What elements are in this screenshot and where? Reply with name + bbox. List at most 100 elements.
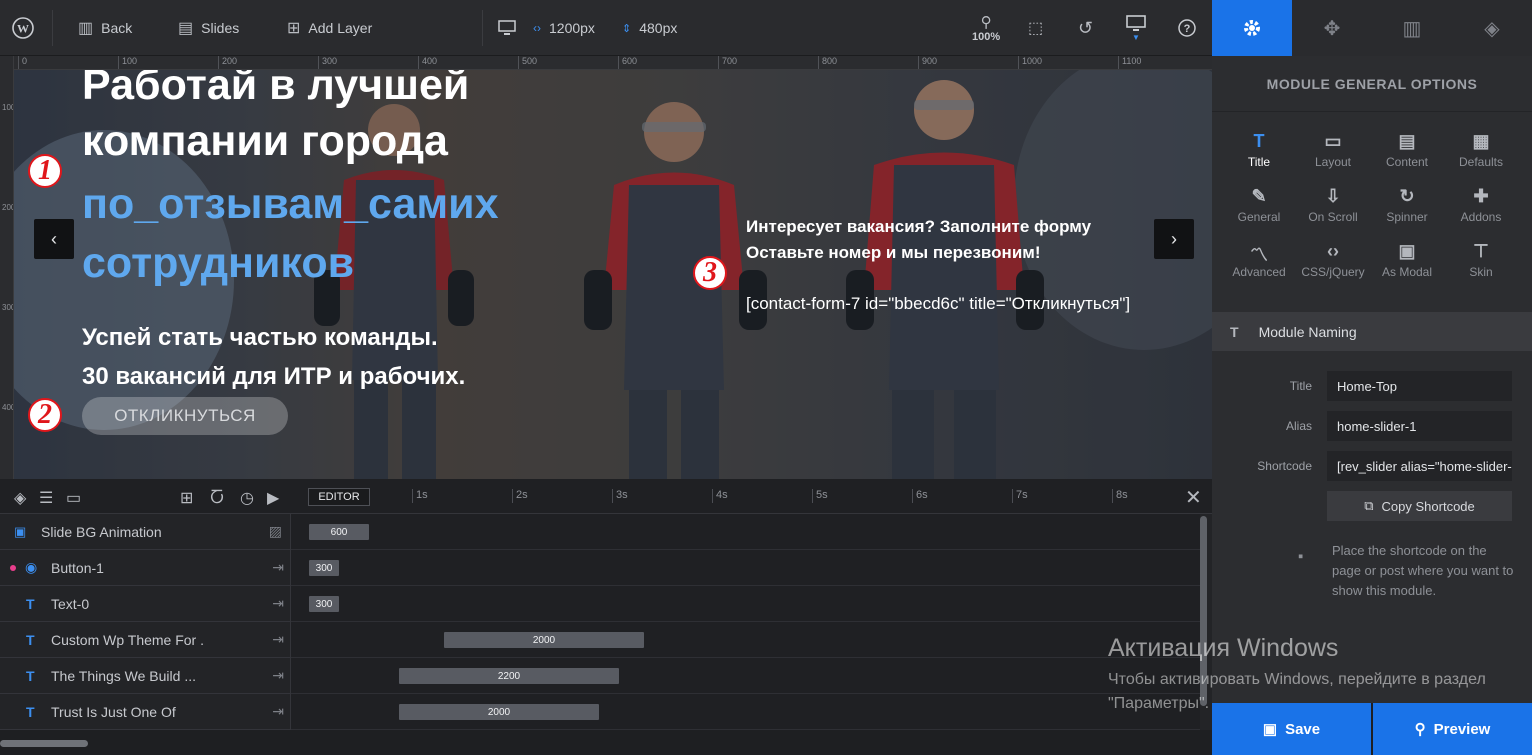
timeline-tracks: 600 300 300 2000 2200 2000: [290, 514, 1201, 730]
layer-row[interactable]: T Text-0 ⇥: [0, 586, 290, 622]
layer-end-icon[interactable]: ⇥: [272, 559, 284, 576]
folder-icon[interactable]: ▭: [66, 488, 81, 508]
layer-row[interactable]: T The Things We Build ... ⇥: [0, 658, 290, 694]
option-spinner[interactable]: ↻ Spinner: [1370, 186, 1444, 236]
settings-gear-icon[interactable]: [1212, 0, 1292, 56]
list-icon[interactable]: ☰: [39, 488, 53, 508]
option-skin[interactable]: ⊤ Skin: [1444, 241, 1518, 291]
timeline-track: 2200: [291, 658, 1201, 694]
timeline-bar[interactable]: 2200: [399, 668, 619, 684]
layers-stack-icon[interactable]: ◈: [1452, 0, 1532, 56]
layers-icon[interactable]: ◈: [14, 488, 26, 508]
option-content[interactable]: ▤ Content: [1370, 131, 1444, 181]
option-on-scroll[interactable]: ⇩ On Scroll: [1296, 186, 1370, 236]
ruler-tick: 100: [118, 56, 137, 69]
slide-right-text-line1[interactable]: Интересует вакансия? Заполните форму: [746, 217, 1091, 237]
device-monitor-icon[interactable]: [498, 0, 516, 56]
layer-end-icon[interactable]: ⇥: [272, 631, 284, 648]
grid-icon[interactable]: ⊞: [180, 488, 193, 508]
alias-field[interactable]: home-slider-1: [1327, 411, 1512, 441]
layer-row[interactable]: ▣ Slide BG Animation ▨: [0, 514, 290, 550]
option-label: As Modal: [1381, 265, 1433, 279]
svg-text:W: W: [17, 22, 29, 36]
back-button[interactable]: ▥ Back: [78, 0, 132, 56]
save-button[interactable]: ▣ Save: [1212, 703, 1371, 755]
timeline-horizontal-scroll-thumb[interactable]: [0, 740, 88, 747]
layer-row[interactable]: T Trust Is Just One Of ⇥: [0, 694, 290, 730]
layer-row[interactable]: T Custom Wp Theme For . ⇥: [0, 622, 290, 658]
desktop-view-icon[interactable]: ▼: [1126, 0, 1146, 56]
back-label: Back: [101, 20, 133, 36]
spinner-icon: ↻: [1399, 186, 1415, 206]
timeline-bar[interactable]: 2000: [444, 632, 644, 648]
zoom-control[interactable]: ⚲ 100%: [972, 0, 1000, 56]
title-icon: T: [1230, 323, 1239, 340]
shortcode-field[interactable]: [rev_slider alias="home-slider-1"]: [1327, 451, 1512, 481]
shortcode-hint: Place the shortcode on the page or post …: [1332, 543, 1514, 598]
ruler-tick: 1000: [1018, 56, 1042, 69]
timeline-bar[interactable]: 300: [309, 560, 339, 576]
option-defaults[interactable]: ▦ Defaults: [1444, 131, 1518, 181]
ruler-left: 100 200 300 400: [0, 56, 14, 479]
undo-icon[interactable]: ↺: [1078, 0, 1093, 56]
help-icon[interactable]: ?: [1178, 0, 1196, 56]
slide-heading-blue-line2[interactable]: сотрудников: [82, 236, 354, 291]
ruler-tick: 200: [2, 203, 13, 212]
slide-subtitle-line2[interactable]: 30 вакансий для ИТР и рабочих.: [82, 363, 465, 391]
slide-media-icon[interactable]: ▥: [1372, 0, 1452, 56]
option-label: Addons: [1460, 210, 1502, 224]
option-label: Spinner: [1386, 210, 1428, 224]
close-timeline-icon[interactable]: ✕: [1185, 485, 1202, 510]
module-naming-header[interactable]: T Module Naming: [1212, 312, 1532, 351]
slide-right-text-line2[interactable]: Оставьте номер и мы перезвоним!: [746, 243, 1041, 263]
copy-shortcode-button[interactable]: ⧉ Copy Shortcode: [1327, 491, 1512, 521]
contact-form-shortcode[interactable]: [contact-form-7 id="bbecd6c" title="Откл…: [746, 294, 1130, 314]
title-field[interactable]: Home-Top: [1327, 371, 1512, 401]
layer-row[interactable]: ◉ Button-1 ⇥: [0, 550, 290, 586]
option-general[interactable]: ✎ General: [1222, 186, 1296, 236]
timeline-bar[interactable]: 300: [309, 596, 339, 612]
respond-button[interactable]: ОТКЛИКНУТЬСЯ: [82, 397, 288, 435]
width-setting[interactable]: ‹› 1200px: [533, 0, 595, 56]
add-layer-button[interactable]: ⊞ Add Layer: [287, 0, 372, 56]
timeline-bar[interactable]: 600: [309, 524, 369, 540]
slide-subtitle-line1[interactable]: Успей стать частью команды.: [82, 324, 438, 352]
editor-tag[interactable]: EDITOR: [308, 488, 370, 506]
option-advanced[interactable]: 〽 Advanced: [1222, 241, 1296, 291]
next-slide-arrow-icon[interactable]: ›: [1154, 219, 1194, 259]
button-layer-icon: ◉: [25, 559, 38, 575]
slides-button[interactable]: ▤ Slides: [178, 0, 239, 56]
bg-image-icon[interactable]: ▨: [269, 523, 282, 540]
timeline-bar[interactable]: 2000: [399, 704, 599, 720]
timeline-second: 8s: [1112, 489, 1128, 503]
stopwatch-icon[interactable]: ◷: [240, 488, 254, 508]
option-css-jquery[interactable]: ‹› CSS/jQuery: [1296, 241, 1370, 291]
ruler-tick: 900: [918, 56, 937, 69]
wordpress-logo-icon[interactable]: W: [12, 0, 36, 56]
magnet-icon[interactable]: Ⴀ: [210, 488, 224, 508]
navigation-icon[interactable]: ✥: [1292, 0, 1372, 56]
timeline-horizontal-scrollbar[interactable]: [0, 730, 1212, 755]
option-label: General: [1237, 210, 1281, 224]
preview-button[interactable]: ⚲ Preview: [1373, 703, 1532, 755]
slide-canvas[interactable]: Работай в лучшей компании города по_отзы…: [14, 70, 1212, 479]
ruler-top: 0 100 200 300 400 500 600 700 800 900 10…: [14, 56, 1212, 70]
option-title[interactable]: T Title: [1222, 131, 1296, 181]
option-as-modal[interactable]: ▣ As Modal: [1370, 241, 1444, 291]
timeline-second: 3s: [612, 489, 628, 503]
prev-slide-arrow-icon[interactable]: ‹: [34, 219, 74, 259]
layer-end-icon[interactable]: ⇥: [272, 667, 284, 684]
option-addons[interactable]: ✚ Addons: [1444, 186, 1518, 236]
slide-heading-line1[interactable]: Работай в лучшей: [82, 70, 469, 113]
layer-end-icon[interactable]: ⇥: [272, 595, 284, 612]
fit-screen-icon[interactable]: ⬚: [1028, 0, 1043, 56]
slide-heading-line2[interactable]: компании города: [82, 114, 448, 169]
layout-icon: ▭: [1324, 131, 1342, 151]
slides-icon: ▤: [178, 20, 194, 37]
option-layout[interactable]: ▭ Layout: [1296, 131, 1370, 181]
layer-end-icon[interactable]: ⇥: [272, 703, 284, 720]
height-setting[interactable]: ⇕ 480px: [622, 0, 677, 56]
play-icon[interactable]: ▶: [267, 488, 279, 508]
slide-heading-blue-line1[interactable]: по_отзывам_самих: [82, 177, 499, 232]
ruler-tick: 800: [818, 56, 837, 69]
